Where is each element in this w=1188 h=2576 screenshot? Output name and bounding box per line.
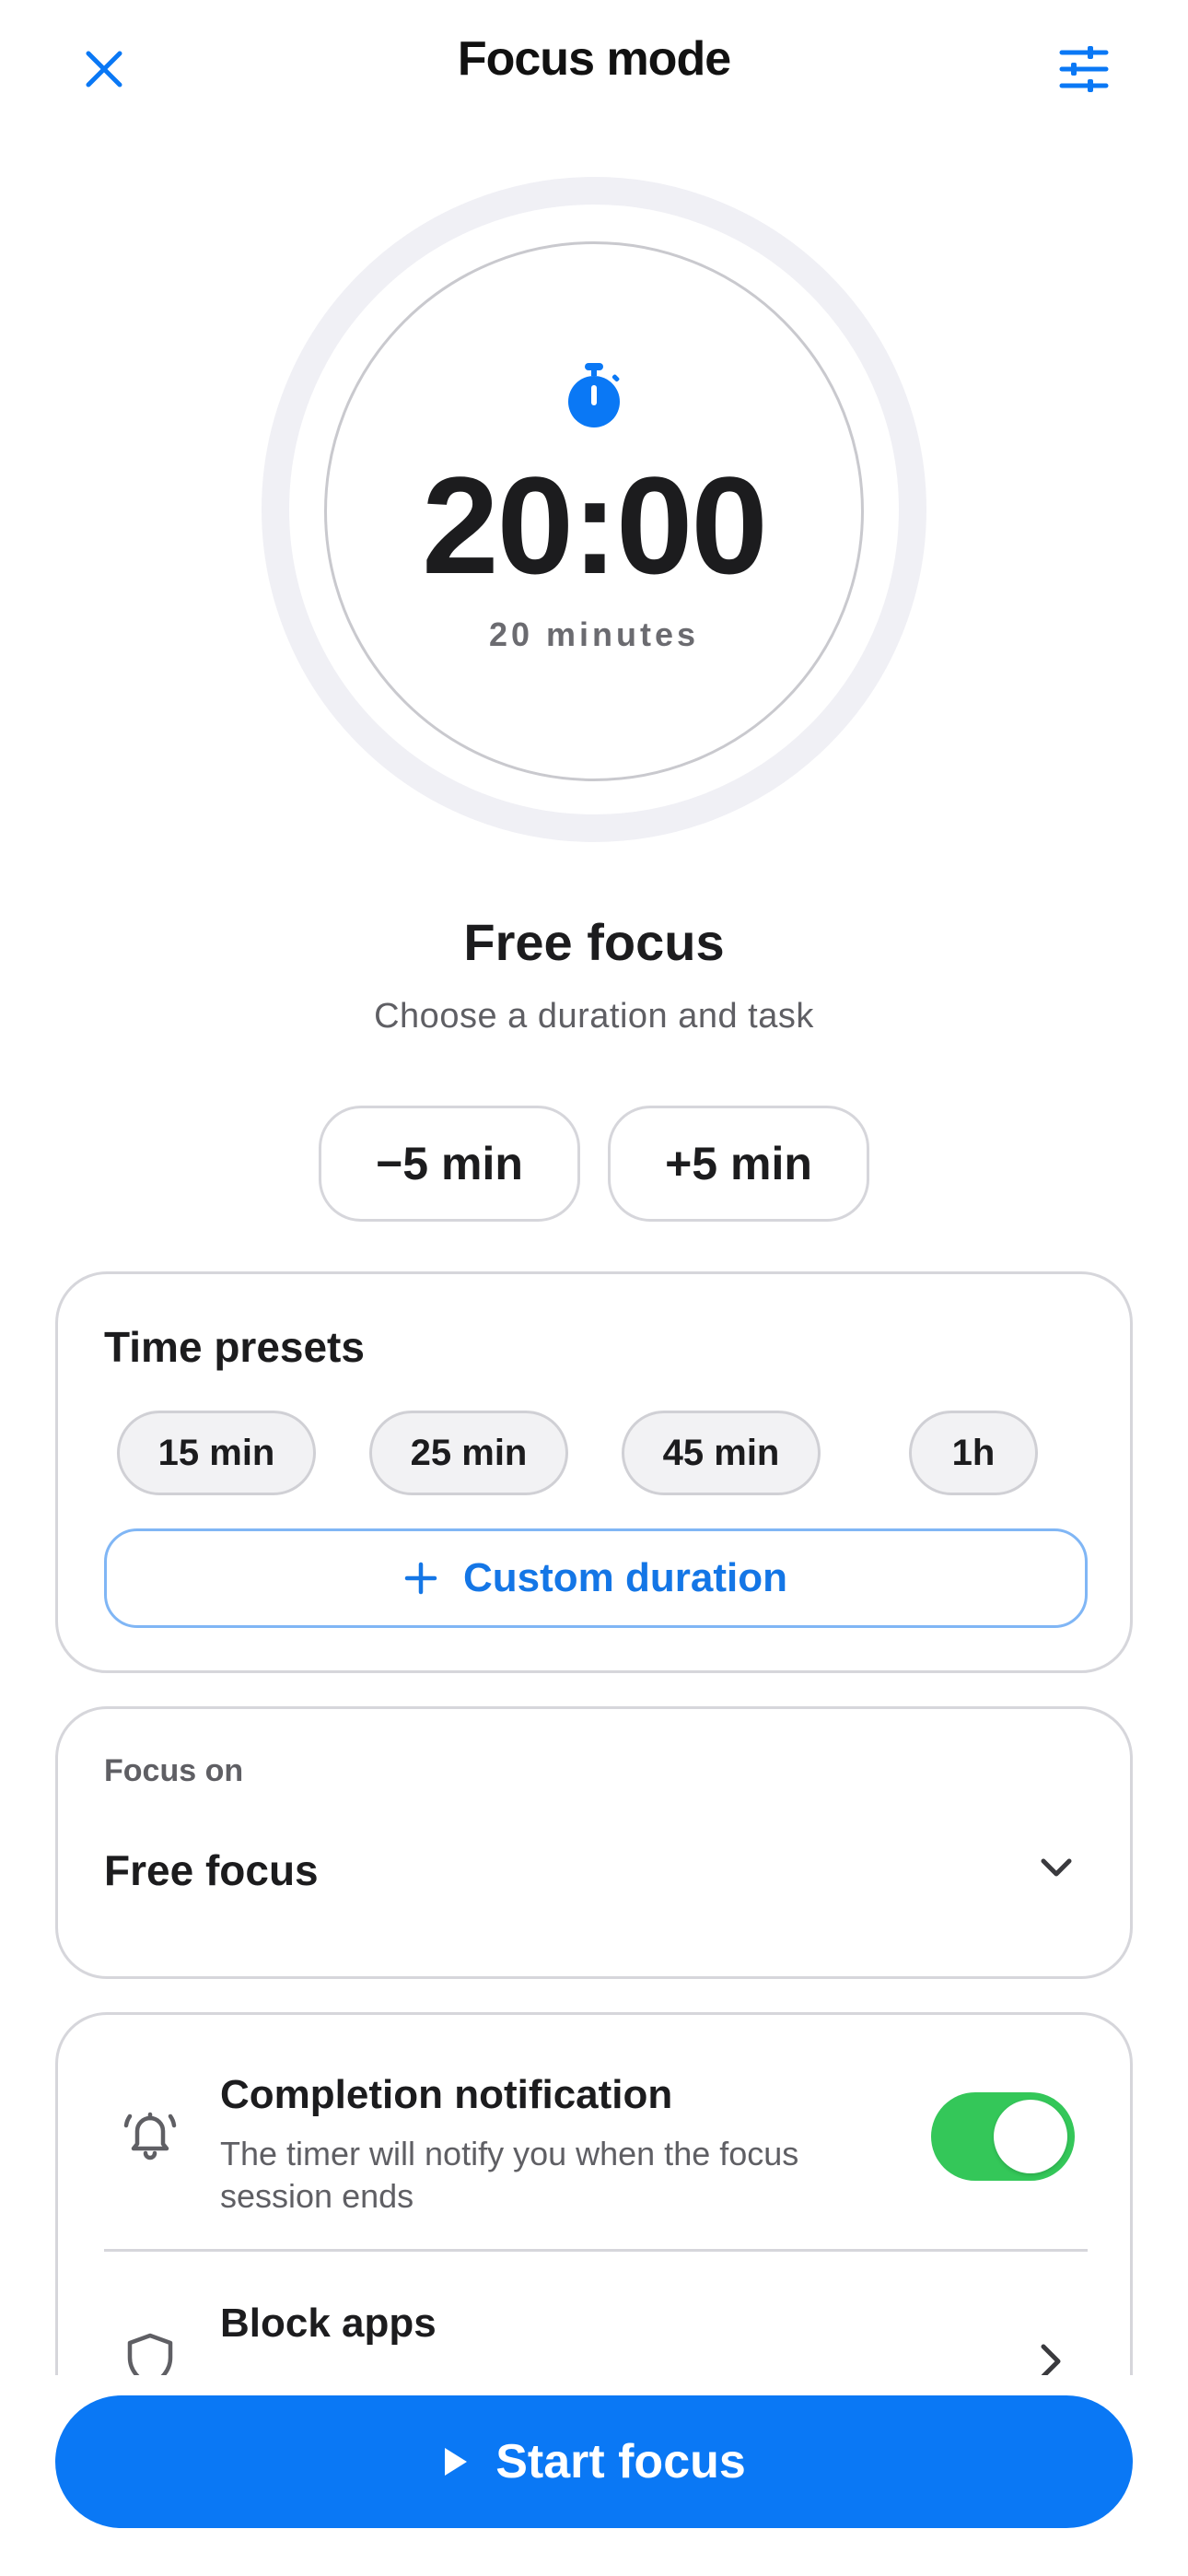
preset-chip-1h[interactable]: 1h (909, 1411, 1038, 1495)
completion-notification-description: The timer will notify you when the focus… (220, 2135, 799, 2215)
bell-alarm-icon (123, 2112, 177, 2160)
completion-notification-row: Completion notification The timer will n… (58, 2015, 1130, 2253)
decrease-5-min-button[interactable]: −5 min (319, 1106, 580, 1222)
completion-notification-title: Completion notification (220, 2072, 673, 2117)
mode-title: Free focus (463, 913, 725, 971)
time-presets-title: Time presets (104, 1323, 365, 1371)
focus-on-select[interactable]: Focus on Free focus (55, 1706, 1133, 1979)
custom-duration-label: Custom duration (463, 1555, 787, 1600)
toggle-knob (994, 2100, 1067, 2173)
chevron-down-icon (1041, 1858, 1072, 1877)
timer-duration-label: 20 minutes (488, 615, 700, 653)
completion-notification-toggle[interactable] (931, 2092, 1075, 2181)
mode-subtitle: Choose a duration and task (374, 997, 814, 1036)
start-focus-button[interactable]: Start focus (55, 2395, 1133, 2528)
focus-on-value: Free focus (104, 1846, 319, 1894)
time-presets-card: Time presets 15 min 25 min 45 min 1h Cus… (55, 1271, 1133, 1673)
plus-icon (404, 1562, 437, 1595)
sliders-icon (1059, 46, 1109, 92)
play-icon (445, 2448, 468, 2476)
timer-display: 20:00 (422, 448, 768, 603)
page-title: Focus mode (457, 32, 731, 86)
increase-5-min-button[interactable]: +5 min (608, 1106, 869, 1222)
preset-chip-15-min[interactable]: 15 min (117, 1411, 316, 1495)
focus-mode-screen: Focus mode 20:00 20 minutes Free focus C… (0, 0, 1188, 2576)
header: Focus mode (0, 0, 1188, 129)
custom-duration-button[interactable]: Custom duration (104, 1528, 1088, 1628)
focus-on-label: Focus on (104, 1753, 244, 1788)
block-apps-title: Block apps (220, 2301, 437, 2346)
start-focus-label: Start focus (495, 2435, 746, 2488)
stopwatch-icon (568, 363, 620, 427)
settings-button[interactable] (1042, 28, 1125, 111)
divider (104, 2249, 1088, 2252)
preset-chip-25-min[interactable]: 25 min (369, 1411, 568, 1495)
preset-chip-45-min[interactable]: 45 min (622, 1411, 821, 1495)
